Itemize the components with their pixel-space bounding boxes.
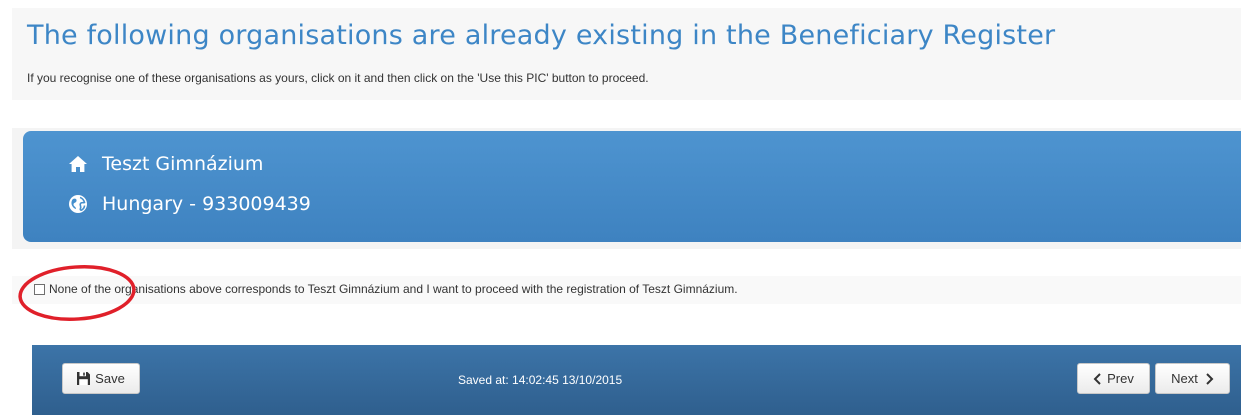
prev-button-label: Prev [1107,371,1134,386]
organisation-name-row: Teszt Gimnázium [68,153,263,175]
saved-at-timestamp: Saved at: 14:02:45 13/10/2015 [458,373,623,387]
save-button-label: Save [95,371,125,386]
page-title: The following organisations are already … [27,20,1056,51]
organisation-country-row: Hungary - 933009439 [68,193,311,215]
globe-icon [68,194,88,214]
home-icon [68,154,88,174]
footer-bar [32,345,1241,415]
chevron-right-icon [1205,372,1214,385]
none-option-label: None of the organisations above correspo… [49,282,738,296]
none-option-checkbox[interactable] [34,283,45,295]
organisation-name: Teszt Gimnázium [102,153,264,175]
prev-button[interactable]: Prev [1077,363,1150,394]
next-button-label: Next [1171,371,1198,386]
chevron-left-icon [1093,372,1102,385]
page: The following organisations are already … [0,0,1241,415]
organisation-card[interactable]: Teszt Gimnázium Hungary - 933009439 [23,131,1241,242]
none-option[interactable]: None of the organisations above correspo… [34,282,738,296]
page-subtitle: If you recognise one of these organisati… [27,71,649,85]
floppy-disk-icon [77,372,91,385]
next-button[interactable]: Next [1155,363,1230,394]
organisation-country-pic: Hungary - 933009439 [102,193,311,215]
save-button[interactable]: Save [62,363,140,394]
